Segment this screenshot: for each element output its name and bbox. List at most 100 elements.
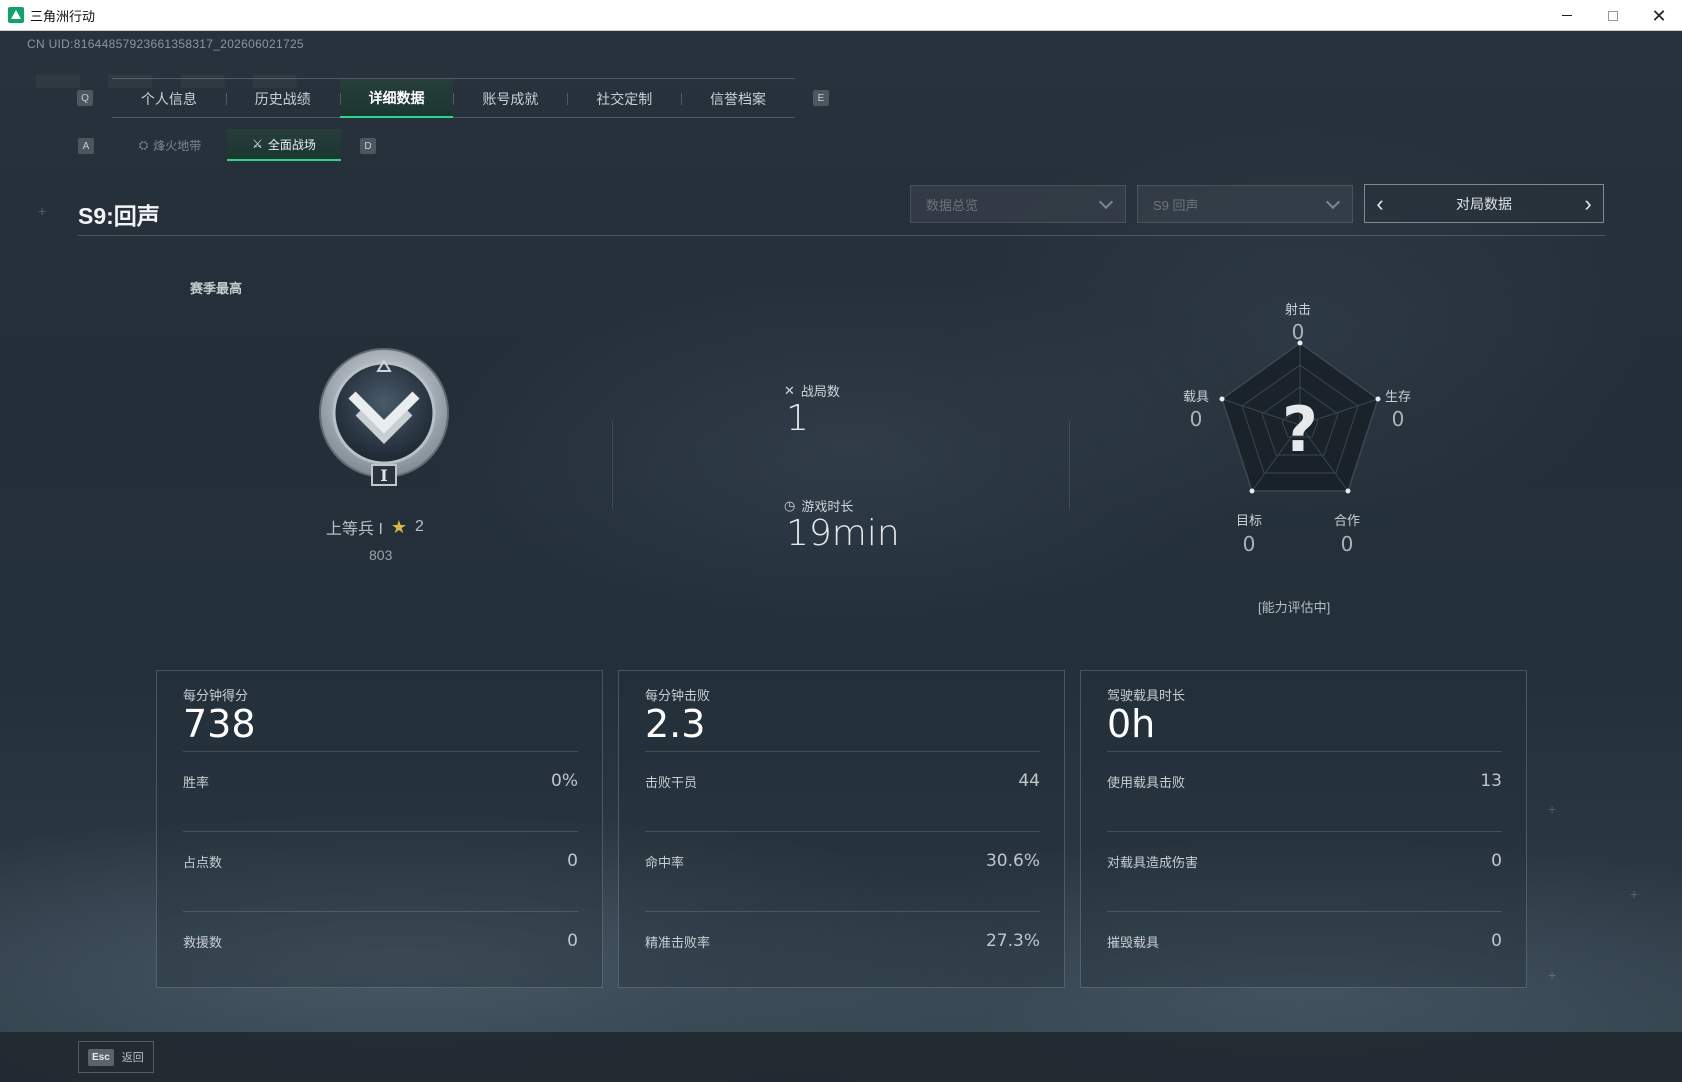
card-divider <box>183 831 578 832</box>
stat-row: 对载具造成伤害 0 <box>1107 846 1502 876</box>
section-divider <box>1069 421 1070 509</box>
tab-prev-key-hint[interactable]: Q <box>77 90 93 106</box>
tab-personal-info[interactable]: 个人信息 <box>112 79 226 118</box>
card-divider <box>183 751 578 752</box>
stat-row: 摧毁载具 0 <box>1107 926 1502 956</box>
stat-row: 救援数 0 <box>183 926 578 956</box>
card-divider <box>183 911 578 912</box>
stat-label: 命中率 <box>645 854 685 870</box>
stat-value: 0 <box>567 851 578 871</box>
minimize-button[interactable] <box>1544 0 1590 31</box>
card-divider <box>1107 911 1502 912</box>
clock-icon: ◷ <box>784 497 796 513</box>
decoration-plus: + <box>1630 886 1639 902</box>
radar-unknown-symbol: ? <box>1282 393 1318 466</box>
vehicle-stats-card: 驾驶载具时长 0h 使用载具击败 13 对载具造成伤害 0 摧毁载具 0 <box>1080 670 1527 988</box>
radar-label-vehicle: 载具 <box>1182 389 1209 404</box>
card-divider <box>645 911 1040 912</box>
stat-row: 占点数 0 <box>183 846 578 876</box>
stat-row: 使用载具击败 13 <box>1107 766 1502 796</box>
view-select-value: 数据总览 <box>926 197 979 213</box>
tab-credit-record[interactable]: 信誉档案 <box>681 79 795 118</box>
stat-row: 击败干员 44 <box>645 766 1040 796</box>
view-select-dropdown[interactable]: 数据总览 <box>910 185 1126 223</box>
season-select-dropdown[interactable]: S9 回声 <box>1137 185 1353 223</box>
back-label: 返回 <box>121 1052 144 1064</box>
subtab-warfare-label: 全面战场 <box>267 137 316 152</box>
section-divider <box>612 421 613 509</box>
pager-label: 对局数据 <box>1456 195 1512 212</box>
rank-stars-count: 2 <box>415 518 424 535</box>
tab-match-history[interactable]: 历史战绩 <box>225 79 340 118</box>
radar-label-shooting: 射击 <box>1284 302 1311 317</box>
stat-label: 对载具造成伤害 <box>1107 854 1199 870</box>
window-controls: ✕ <box>1544 0 1682 31</box>
card-divider <box>1107 831 1502 832</box>
tab-detailed-data[interactable]: 详细数据 <box>339 79 454 118</box>
season-title: S9:回声 <box>78 203 160 229</box>
stat-value: 30.6% <box>985 851 1040 871</box>
season-best-label: 赛季最高 <box>190 281 243 296</box>
pager-next-button[interactable]: › <box>1573 185 1603 222</box>
card-divider <box>1107 751 1502 752</box>
ability-evaluation-status: [能力评估中] <box>1258 600 1331 615</box>
stat-row: 命中率 30.6% <box>645 846 1040 876</box>
tab-social-customization[interactable]: 社交定制 <box>567 79 681 118</box>
app-logo-icon <box>8 7 24 23</box>
mode-subtabs: ⛭ 烽火地带 ⚔ 全面战场 <box>113 129 341 161</box>
subtab-operations-label: 烽火地带 <box>153 138 202 153</box>
subtab-next-key-hint[interactable]: D <box>360 138 376 154</box>
crossed-swords-icon: ✕ <box>784 382 795 398</box>
subtab-operations[interactable]: ⛭ 烽火地带 <box>113 129 227 161</box>
radar-value-vehicle: 0 <box>1189 407 1203 431</box>
subtab-prev-key-hint[interactable]: A <box>78 138 94 154</box>
chevron-down-icon <box>1325 194 1341 210</box>
card-head-value: 738 <box>183 702 256 746</box>
data-type-pager: ‹ 对局数据 › <box>1364 184 1604 223</box>
back-button[interactable]: Esc 返回 <box>78 1041 154 1073</box>
pager-prev-button[interactable]: ‹ <box>1365 185 1395 222</box>
maximize-icon <box>1608 10 1618 21</box>
card-divider <box>645 751 1040 752</box>
tab-next-key-hint[interactable]: E <box>813 90 829 106</box>
decoration-plus: + <box>1548 967 1557 983</box>
window-titlebar: 三角洲行动 ✕ <box>0 0 1682 31</box>
stat-label: 胜率 <box>183 774 210 790</box>
stat-label: 精准击败率 <box>645 934 711 950</box>
star-icon: ★ <box>390 516 408 537</box>
tab-achievements[interactable]: 账号成就 <box>453 79 567 118</box>
stat-label: 击败干员 <box>645 774 698 790</box>
playtime-value: 19min <box>786 513 900 554</box>
stat-row: 精准击败率 27.3% <box>645 926 1040 956</box>
rank-title: 上等兵 I ★ 2 <box>326 515 424 539</box>
stat-label: 使用载具击败 <box>1107 774 1186 790</box>
score-stats-card: 每分钟得分 738 胜率 0% 占点数 0 救援数 0 <box>156 670 603 988</box>
rank-badge-numeral: I <box>380 466 387 485</box>
card-head-value: 0h <box>1107 702 1156 746</box>
stat-label: 摧毁载具 <box>1107 934 1160 950</box>
maximize-button[interactable] <box>1590 0 1636 31</box>
header-divider <box>78 235 1605 236</box>
stat-label: 救援数 <box>183 934 223 950</box>
stat-value: 13 <box>1480 771 1502 791</box>
minimize-icon <box>1562 15 1572 16</box>
stat-value: 44 <box>1018 771 1040 791</box>
radar-value-shooting: 0 <box>1291 320 1305 344</box>
stat-value: 0 <box>1491 851 1502 871</box>
esc-key-hint: Esc <box>88 1048 114 1066</box>
card-divider <box>645 831 1040 832</box>
radar-value-teamwork: 0 <box>1340 532 1354 556</box>
rank-badge-icon: I <box>319 348 449 486</box>
radar-label-survival: 生存 <box>1384 389 1411 404</box>
close-window-button[interactable]: ✕ <box>1636 0 1682 31</box>
window-title: 三角洲行动 <box>30 8 96 24</box>
warfare-mode-icon: ⚔ <box>252 137 263 151</box>
stat-label: 占点数 <box>183 854 223 870</box>
subtab-warfare[interactable]: ⚔ 全面战场 <box>227 129 341 161</box>
decoration-plus: + <box>1548 801 1557 817</box>
player-uid: CN UID:81644857923661358317_202606021725 <box>27 37 304 51</box>
chevron-down-icon <box>1098 194 1114 210</box>
game-screen: ▬ ▬ ▬ ▬ CN UID:81644857923661358317_2026… <box>0 31 1682 1082</box>
stat-value: 27.3% <box>985 931 1040 951</box>
main-tabs: 个人信息 历史战绩 详细数据 账号成就 社交定制 信誉档案 <box>112 78 795 118</box>
